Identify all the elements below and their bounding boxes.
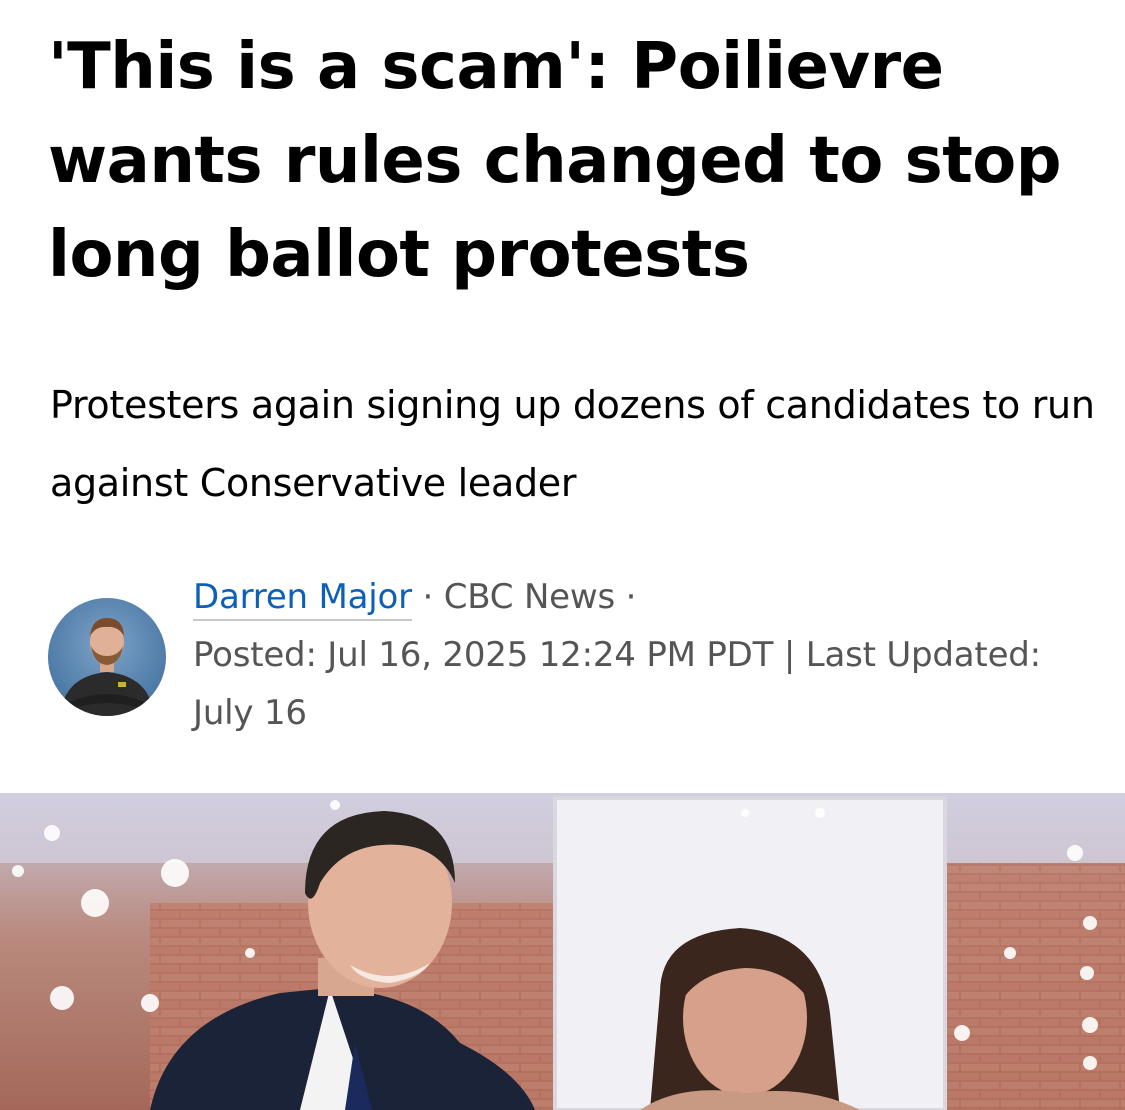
byline-dates: Posted: Jul 16, 2025 12:24 PM PDT | Last… xyxy=(193,626,1093,742)
byline-separator: · xyxy=(411,577,444,617)
article-byline: Darren Major · CBC News · Posted: Jul 16… xyxy=(193,568,1093,742)
news-photo-icon xyxy=(0,793,1125,1110)
date-divider: | xyxy=(773,635,806,675)
author-avatar[interactable] xyxy=(48,598,166,716)
author-photo-icon xyxy=(48,598,166,716)
article-subheadline: Protesters again signing up dozens of ca… xyxy=(50,383,1095,505)
article-headline: 'This is a scam': Poilievre wants rules … xyxy=(48,30,1062,292)
hero-image[interactable] xyxy=(0,793,1125,1110)
author-link[interactable]: Darren Major xyxy=(193,577,412,621)
posted-timestamp: Posted: Jul 16, 2025 12:24 PM PDT xyxy=(193,635,774,675)
outlet-name: CBC News xyxy=(443,577,616,617)
byline-author-row: Darren Major · CBC News · xyxy=(193,568,1093,626)
byline-trailing-separator: · xyxy=(615,577,637,617)
